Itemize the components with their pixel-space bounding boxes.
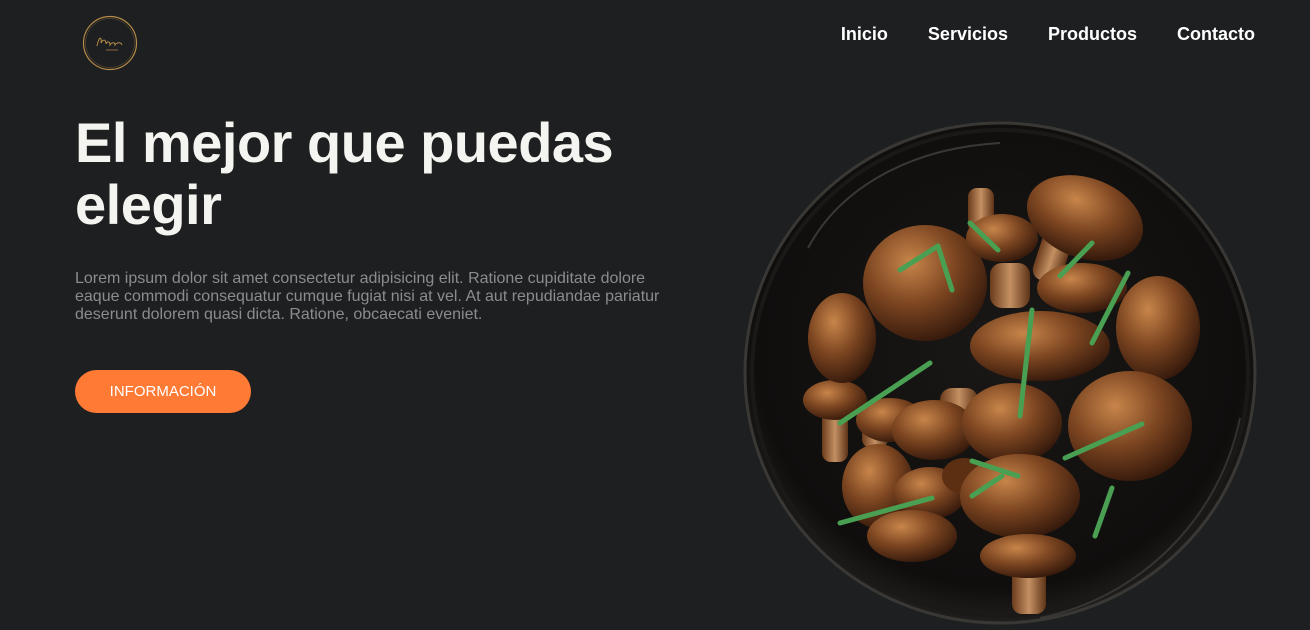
hero-title: El mejor que puedas elegir (75, 111, 614, 236)
mushroom-dish-image (743, 121, 1257, 625)
nav-productos[interactable]: Productos (1048, 23, 1137, 45)
landing-page: Inicio Servicios Productos Contacto El m… (0, 0, 1310, 630)
nav-servicios[interactable]: Servicios (928, 23, 1008, 45)
informacion-button[interactable]: INFORMACIÓN (75, 370, 251, 413)
nav-inicio[interactable]: Inicio (841, 23, 888, 45)
hero-description: Lorem ipsum dolor sit amet consectetur a… (75, 270, 660, 323)
main-nav: Inicio Servicios Productos Contacto (841, 23, 1255, 45)
brand-logo[interactable] (82, 15, 138, 71)
nav-contacto[interactable]: Contacto (1177, 23, 1255, 45)
